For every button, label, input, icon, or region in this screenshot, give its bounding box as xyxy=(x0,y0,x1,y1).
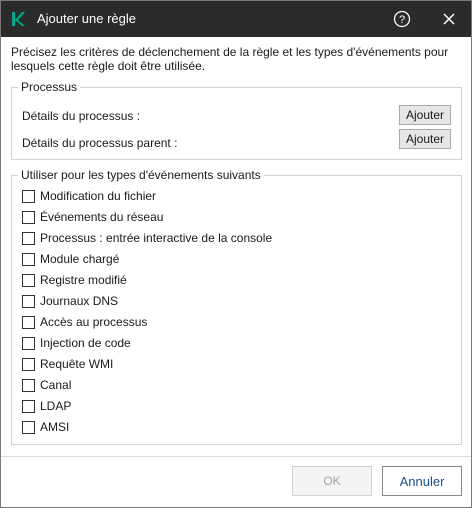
close-icon[interactable] xyxy=(441,11,457,27)
parent-process-details-label: Détails du processus parent : xyxy=(22,136,178,150)
event-type-checkbox[interactable] xyxy=(22,421,35,434)
event-type-label: Événements du réseau xyxy=(40,210,164,224)
event-type-checkbox[interactable] xyxy=(22,295,35,308)
intro-text: Précisez les critères de déclenchement d… xyxy=(11,45,449,73)
event-type-label: Requête WMI xyxy=(40,357,114,371)
ok-button[interactable]: OK xyxy=(292,466,372,496)
cancel-button[interactable]: Annuler xyxy=(382,466,462,496)
event-type-checkbox[interactable] xyxy=(22,190,35,203)
dialog-title: Ajouter une règle xyxy=(37,11,137,26)
help-circle-icon[interactable]: ? xyxy=(393,10,411,28)
event-type-checkbox[interactable] xyxy=(22,358,35,371)
event-type-checkbox[interactable] xyxy=(22,274,35,287)
process-group-legend: Processus xyxy=(18,80,81,94)
event-type-label: Canal xyxy=(40,378,72,392)
event-type-checkbox[interactable] xyxy=(22,400,35,413)
footer-separator xyxy=(1,456,471,457)
event-types-group: Utiliser pour les types d'événements sui… xyxy=(11,168,462,445)
event-type-label: Processus : entrée interactive de la con… xyxy=(40,231,273,245)
process-details-label: Détails du processus : xyxy=(22,109,141,123)
event-type-label: Accès au processus xyxy=(40,315,148,329)
event-type-checkbox[interactable] xyxy=(22,379,35,392)
event-type-label: Registre modifié xyxy=(40,273,127,287)
svg-text:?: ? xyxy=(399,14,405,26)
kaspersky-k-icon xyxy=(12,12,25,26)
event-type-label: Journaux DNS xyxy=(40,294,119,308)
event-type-checkbox[interactable] xyxy=(22,316,35,329)
event-types-legend: Utiliser pour les types d'événements sui… xyxy=(18,168,264,182)
process-group: Processus Détails du processus : Ajouter… xyxy=(11,80,462,160)
event-type-label: Module chargé xyxy=(40,252,120,266)
add-parent-process-details-button[interactable]: Ajouter xyxy=(399,129,451,149)
event-type-checkbox[interactable] xyxy=(22,337,35,350)
event-type-label: Injection de code xyxy=(40,336,131,350)
add-process-details-button[interactable]: Ajouter xyxy=(399,105,451,125)
event-type-checkbox[interactable] xyxy=(22,232,35,245)
add-rule-dialog: Ajouter une règle ? Précisez les critère… xyxy=(0,0,472,508)
event-type-label: LDAP xyxy=(40,399,72,413)
title-bar: Ajouter une règle ? xyxy=(1,1,471,37)
event-type-label: AMSI xyxy=(40,420,70,434)
event-type-checkbox[interactable] xyxy=(22,211,35,224)
event-type-checkbox[interactable] xyxy=(22,253,35,266)
event-type-label: Modification du fichier xyxy=(40,189,157,203)
